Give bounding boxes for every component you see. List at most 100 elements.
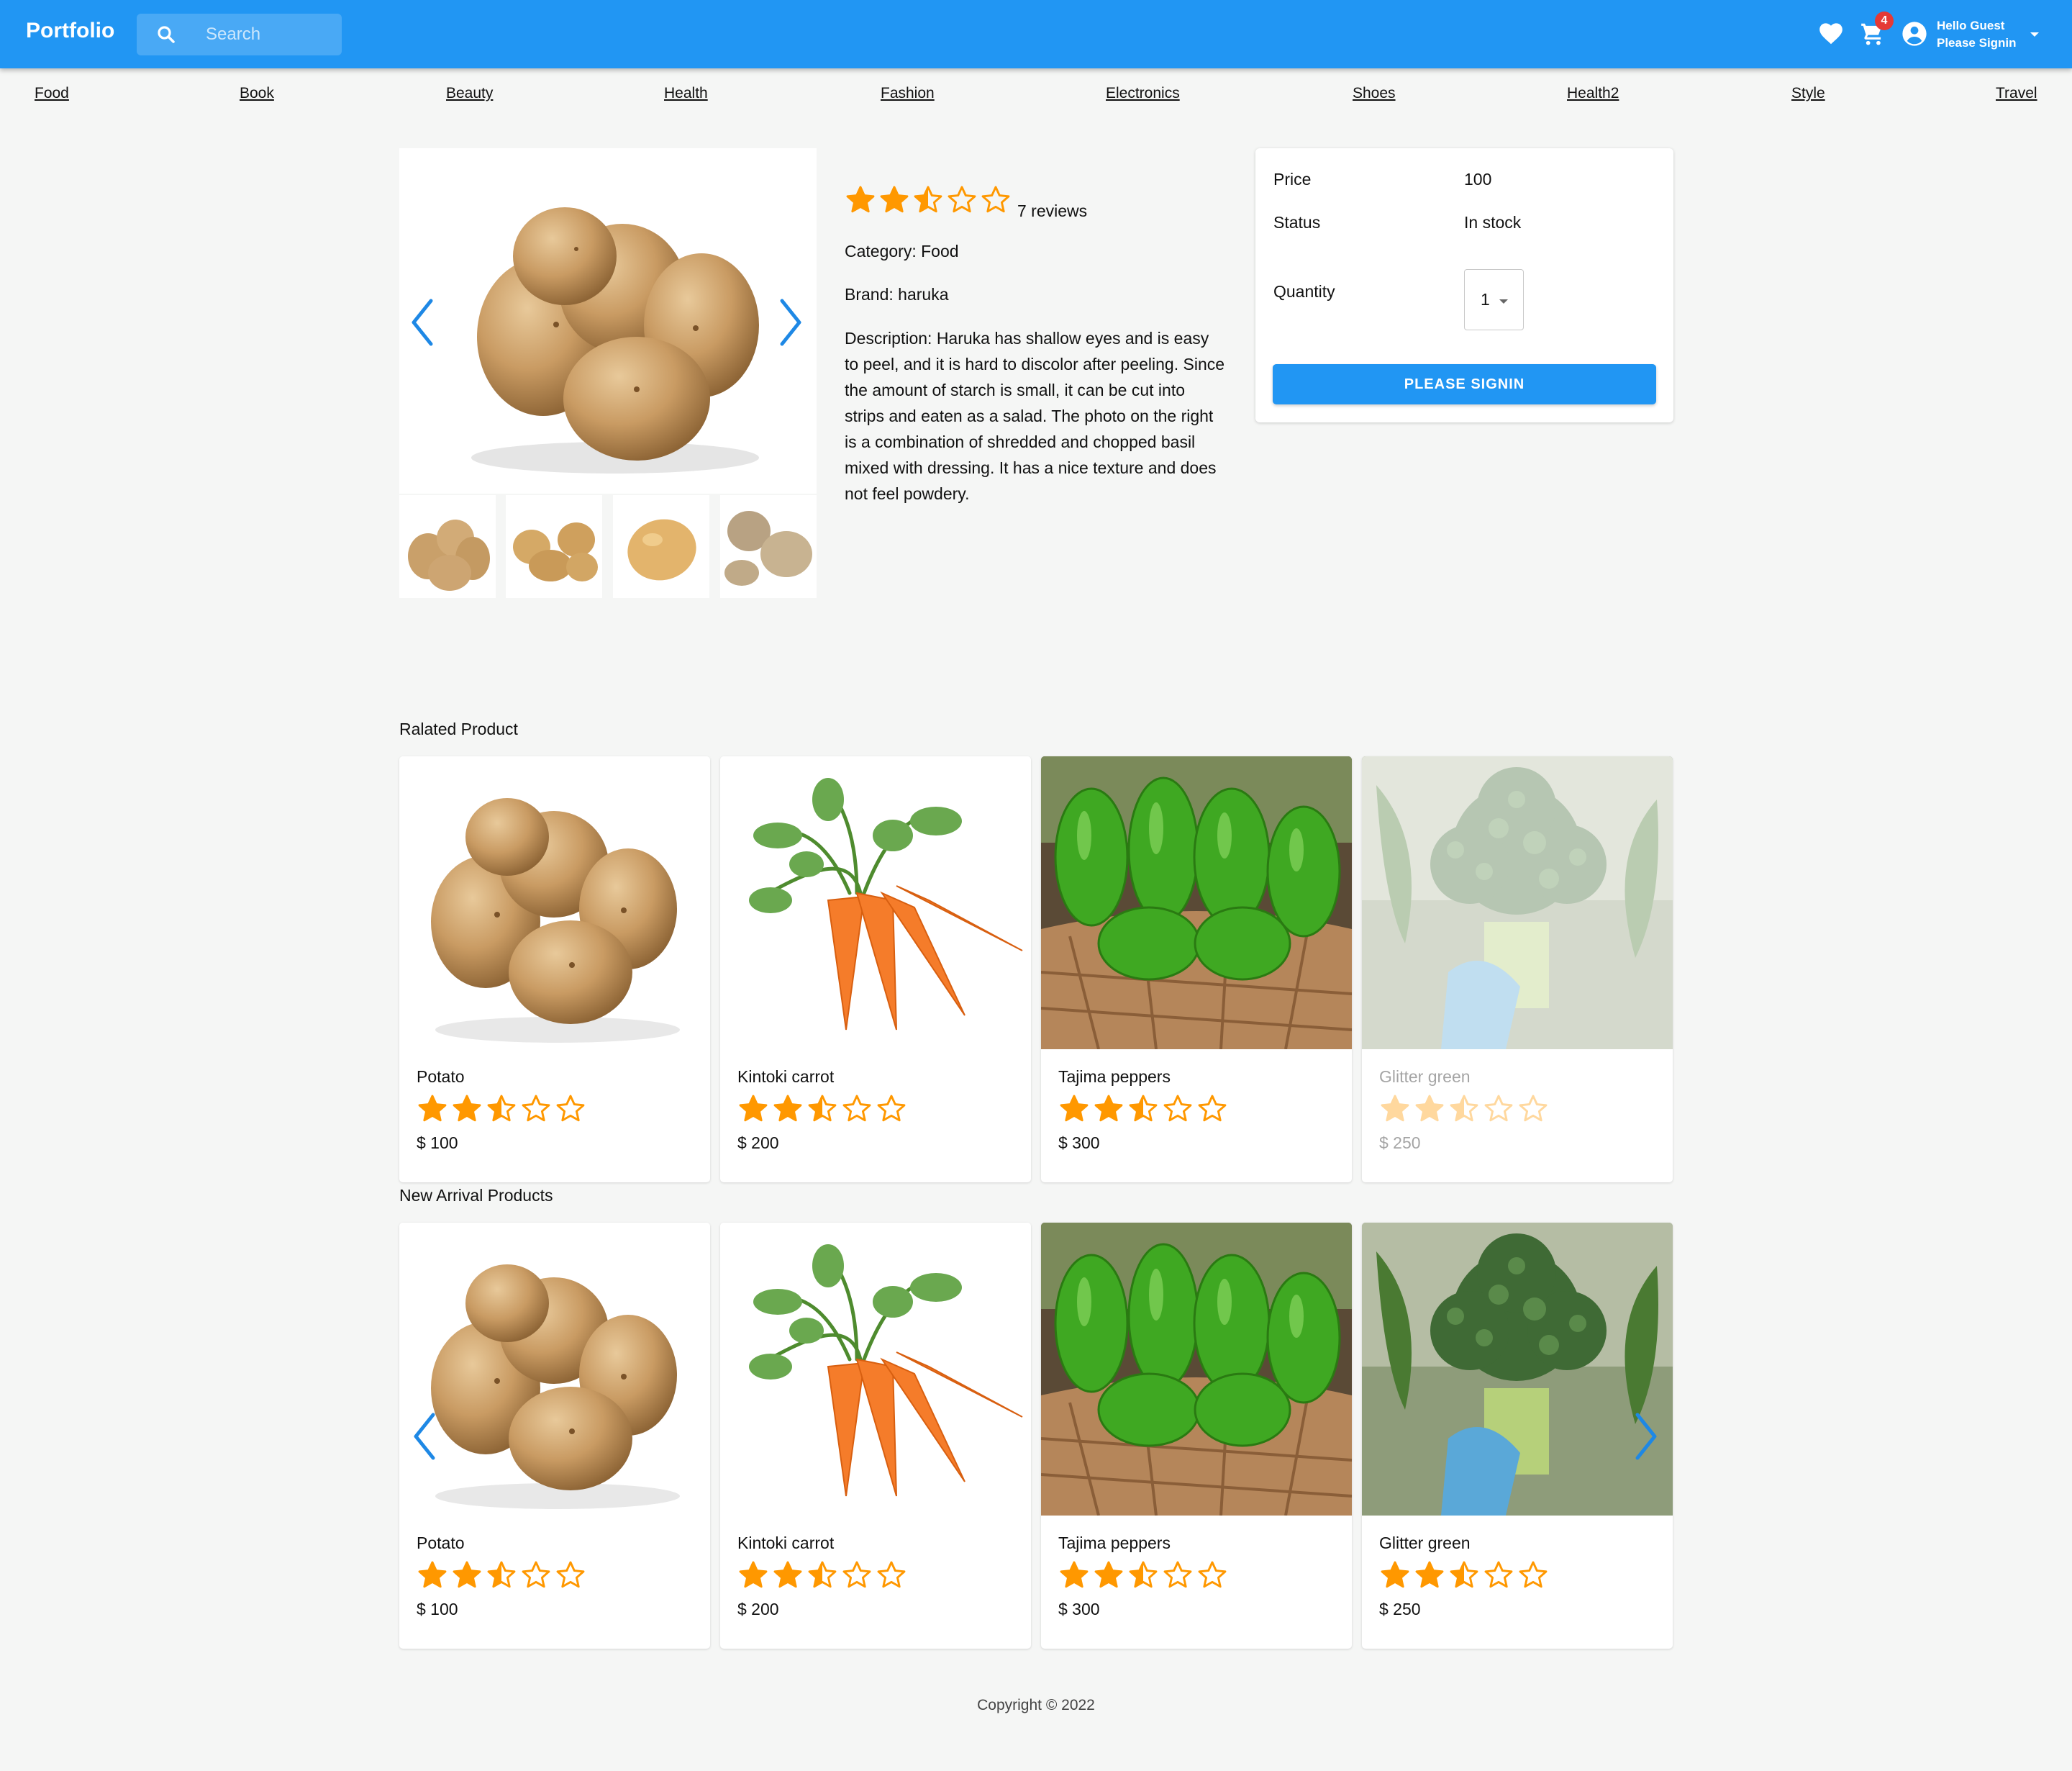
new-arrivals-prev-arrow[interactable]: [409, 1410, 440, 1462]
purchase-card: Price 100 Status In stock Quantity 1 PLE…: [1255, 148, 1673, 422]
product-card[interactable]: Tajima peppers $ 300: [1041, 756, 1352, 1182]
category-link-beauty[interactable]: Beauty: [446, 85, 493, 102]
star-empty-icon: [1163, 1561, 1192, 1588]
product-rating-stars: [845, 184, 1012, 216]
product-card-name[interactable]: Kintoki carrot: [737, 1534, 834, 1553]
product-card-rating: [737, 1559, 907, 1591]
product-card[interactable]: Glitter green $ 250: [1362, 1223, 1673, 1649]
product-brand: Brand: haruka: [845, 285, 949, 304]
thumbnail-strip: [399, 495, 817, 598]
product-card-price: $ 250: [1379, 1133, 1421, 1152]
product-card-rating: [1379, 1559, 1549, 1591]
star-full-icon: [453, 1561, 481, 1588]
star-half-icon: [1129, 1561, 1158, 1588]
product-card[interactable]: Potato $ 100: [399, 1223, 710, 1649]
search-input[interactable]: [206, 14, 335, 55]
search-box[interactable]: [137, 14, 342, 55]
category-link-health2[interactable]: Health2: [1567, 85, 1619, 102]
carousel-next-arrow[interactable]: [775, 296, 806, 348]
category-link-electronics[interactable]: Electronics: [1106, 85, 1180, 102]
product-card-name[interactable]: Potato: [417, 1534, 465, 1553]
star-empty-icon: [1484, 1561, 1513, 1588]
star-half-icon: [914, 186, 942, 213]
thumbnail-4[interactable]: [720, 495, 817, 598]
product-card-name[interactable]: Potato: [417, 1067, 465, 1087]
product-card-image[interactable]: [399, 756, 710, 1049]
star-empty-icon: [1198, 1561, 1227, 1588]
product-card-image[interactable]: [1041, 1223, 1352, 1516]
star-empty-icon: [522, 1095, 550, 1122]
star-half-icon: [808, 1095, 837, 1122]
caret-down-icon[interactable]: [2026, 26, 2043, 43]
product-card[interactable]: Potato $ 100: [399, 756, 710, 1182]
product-card-name[interactable]: Tajima peppers: [1058, 1534, 1171, 1553]
thumbnail-3[interactable]: [613, 495, 709, 598]
star-empty-icon: [556, 1095, 585, 1122]
product-card-price: $ 300: [1058, 1133, 1100, 1152]
product-card-name[interactable]: Tajima peppers: [1058, 1067, 1171, 1087]
product-card-image[interactable]: [399, 1223, 710, 1516]
product-card-price: $ 200: [737, 1600, 779, 1618]
heart-icon[interactable]: [1817, 20, 1845, 47]
product-card[interactable]: Glitter green $ 250: [1362, 756, 1673, 1182]
review-count[interactable]: 7 reviews: [1017, 201, 1087, 221]
star-full-icon: [739, 1561, 768, 1588]
thumbnail-2[interactable]: [506, 495, 602, 598]
product-card-rating: [1379, 1093, 1549, 1125]
carousel-prev-arrow[interactable]: [406, 296, 438, 348]
new-arrivals-next-arrow[interactable]: [1630, 1410, 1662, 1462]
product-card-price: $ 300: [1058, 1600, 1100, 1618]
star-half-icon: [1450, 1561, 1478, 1588]
new-arrivals-section-title: New Arrival Products: [399, 1186, 553, 1205]
star-full-icon: [1415, 1561, 1444, 1588]
star-half-icon: [487, 1095, 516, 1122]
broccoli-image: [1362, 1223, 1673, 1516]
category-link-fashion[interactable]: Fashion: [881, 85, 935, 102]
product-card-image[interactable]: [1041, 756, 1352, 1049]
app-bar: Portfolio 4 Hello Guest Please Signin: [0, 0, 2072, 68]
product-card-name[interactable]: Kintoki carrot: [737, 1067, 834, 1087]
product-description: Description: Haruka has shallow eyes and…: [845, 329, 1225, 503]
product-main-image: [471, 207, 759, 474]
star-full-icon: [1094, 1095, 1123, 1122]
product-card-image[interactable]: [1362, 756, 1673, 1049]
product-card-name[interactable]: Glitter green: [1379, 1534, 1471, 1553]
quantity-select[interactable]: 1: [1464, 269, 1524, 330]
carrot-image: [720, 1223, 1031, 1516]
status-value: In stock: [1464, 213, 1522, 232]
category-link-health[interactable]: Health: [664, 85, 708, 102]
broccoli-image: [1362, 756, 1673, 1049]
category-link-food[interactable]: Food: [35, 85, 69, 102]
star-full-icon: [773, 1561, 802, 1588]
product-card-price: $ 250: [1379, 1600, 1421, 1618]
carrot-image: [720, 756, 1031, 1049]
category-link-shoes[interactable]: Shoes: [1353, 85, 1396, 102]
product-card[interactable]: Kintoki carrot $ 200: [720, 1223, 1031, 1649]
product-card-price: $ 100: [417, 1133, 458, 1152]
brand-logo[interactable]: Portfolio: [26, 19, 114, 43]
product-card-rating: [417, 1559, 586, 1591]
star-empty-icon: [522, 1561, 550, 1588]
product-card-image[interactable]: [720, 756, 1031, 1049]
star-empty-icon: [877, 1095, 906, 1122]
product-card-image[interactable]: [720, 1223, 1031, 1516]
category-link-book[interactable]: Book: [240, 85, 274, 102]
product-card-name[interactable]: Glitter green: [1379, 1067, 1471, 1087]
user-greeting-line2: Please Signin: [1937, 36, 2017, 50]
signin-button[interactable]: PLEASE SIGNIN: [1273, 364, 1656, 404]
user-greeting[interactable]: Hello Guest Please Signin: [1937, 17, 2017, 52]
star-empty-icon: [1198, 1095, 1227, 1122]
related-section-title: Ralated Product: [399, 720, 518, 738]
search-icon: [158, 26, 175, 43]
product-card-image[interactable]: [1362, 1223, 1673, 1516]
product-card[interactable]: Kintoki carrot $ 200: [720, 756, 1031, 1182]
star-full-icon: [1415, 1095, 1444, 1122]
category-link-style[interactable]: Style: [1791, 85, 1825, 102]
price-label: Price: [1273, 170, 1312, 189]
star-full-icon: [1094, 1561, 1123, 1588]
product-card[interactable]: Tajima peppers $ 300: [1041, 1223, 1352, 1649]
star-full-icon: [418, 1095, 447, 1122]
thumbnail-1[interactable]: [399, 495, 496, 598]
category-link-travel[interactable]: Travel: [1996, 85, 2037, 102]
account-circle-icon[interactable]: [1901, 20, 1928, 47]
